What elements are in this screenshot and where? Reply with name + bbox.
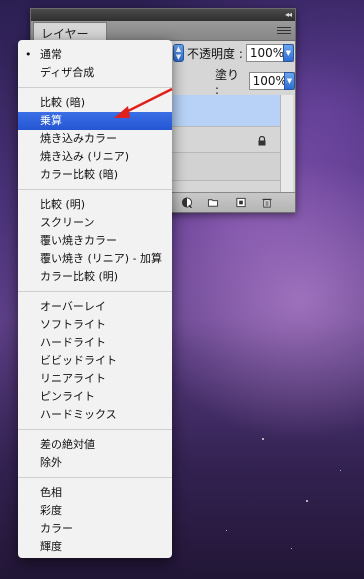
lock-icon (258, 136, 266, 146)
menu-separator (18, 87, 172, 88)
fill-value: 100% (252, 74, 287, 88)
menu-item[interactable]: カラー比較 (暗) (18, 166, 172, 184)
menu-item[interactable]: スクリーン (18, 214, 172, 232)
menu-item[interactable]: 彩度 (18, 502, 172, 520)
opacity-value: 100% (249, 46, 285, 60)
menu-separator (18, 189, 172, 190)
adjustment-layer-icon[interactable] (181, 197, 193, 208)
blend-mode-stepper[interactable]: ▲ ▼ (173, 44, 184, 62)
menu-item[interactable]: ハードライト (18, 334, 172, 352)
menu-item[interactable]: 比較 (暗) (18, 94, 172, 112)
menu-item[interactable]: ディザ合成 (18, 64, 172, 82)
menu-item[interactable]: 覆い焼きカラー (18, 232, 172, 250)
menu-separator (18, 477, 172, 478)
menu-separator (18, 429, 172, 430)
panel-tab-row: レイヤー (31, 21, 295, 41)
chevron-down-icon[interactable]: ▼ (282, 44, 294, 62)
opacity-control: ▲ ▼ 不透明度 : 100% ▼ (173, 43, 294, 63)
menu-item[interactable]: 覆い焼き (リニア) - 加算 (18, 250, 172, 268)
tab-layers[interactable]: レイヤー (33, 22, 107, 41)
fill-field[interactable]: 100% ▼ (248, 72, 295, 90)
menu-item[interactable]: カラー (18, 520, 172, 538)
menu-item[interactable]: 除外 (18, 454, 172, 472)
menu-item[interactable]: ハードミックス (18, 406, 172, 424)
menu-item[interactable]: 差の絶対値 (18, 436, 172, 454)
opacity-label: 不透明度 : (187, 46, 243, 61)
menu-item[interactable]: カラー比較 (明) (18, 268, 172, 286)
star (226, 530, 227, 531)
menu-item[interactable]: オーバーレイ (18, 298, 172, 316)
star (340, 470, 341, 471)
star (262, 438, 264, 440)
layer-row[interactable] (171, 127, 281, 153)
panel-title-bar[interactable]: ◂◂ (31, 9, 295, 21)
trash-icon[interactable] (261, 197, 273, 208)
collapse-icon[interactable]: ◂◂ (285, 10, 292, 19)
menu-item[interactable]: 比較 (明) (18, 196, 172, 214)
panel-menu-icon[interactable] (277, 25, 291, 36)
blend-mode-menu: 通常ディザ合成比較 (暗)乗算焼き込みカラー焼き込み (リニア)カラー比較 (暗… (18, 40, 172, 558)
folder-icon[interactable] (207, 197, 219, 208)
menu-item[interactable]: 通常 (18, 46, 172, 64)
layer-row[interactable] (171, 95, 281, 127)
star (291, 548, 292, 549)
fill-control: 塗り : 100% ▼ (215, 68, 295, 97)
menu-item[interactable]: ビビッドライト (18, 352, 172, 370)
menu-item[interactable]: 焼き込みカラー (18, 130, 172, 148)
opacity-field[interactable]: 100% ▼ (245, 44, 294, 62)
menu-item[interactable]: ソフトライト (18, 316, 172, 334)
layer-list (171, 95, 281, 181)
layer-row[interactable] (171, 153, 281, 181)
menu-separator (18, 291, 172, 292)
menu-item[interactable]: ピンライト (18, 388, 172, 406)
menu-item[interactable]: 乗算 (18, 112, 172, 130)
fill-label: 塗り : (215, 67, 240, 97)
menu-item[interactable]: 輝度 (18, 538, 172, 556)
menu-item[interactable]: 色相 (18, 484, 172, 502)
menu-item[interactable]: 焼き込み (リニア) (18, 148, 172, 166)
star (306, 500, 308, 502)
panel-scrollbar[interactable] (280, 95, 293, 195)
new-layer-icon[interactable] (235, 197, 247, 208)
chevron-down-icon[interactable]: ▼ (284, 72, 295, 90)
menu-item[interactable]: リニアライト (18, 370, 172, 388)
